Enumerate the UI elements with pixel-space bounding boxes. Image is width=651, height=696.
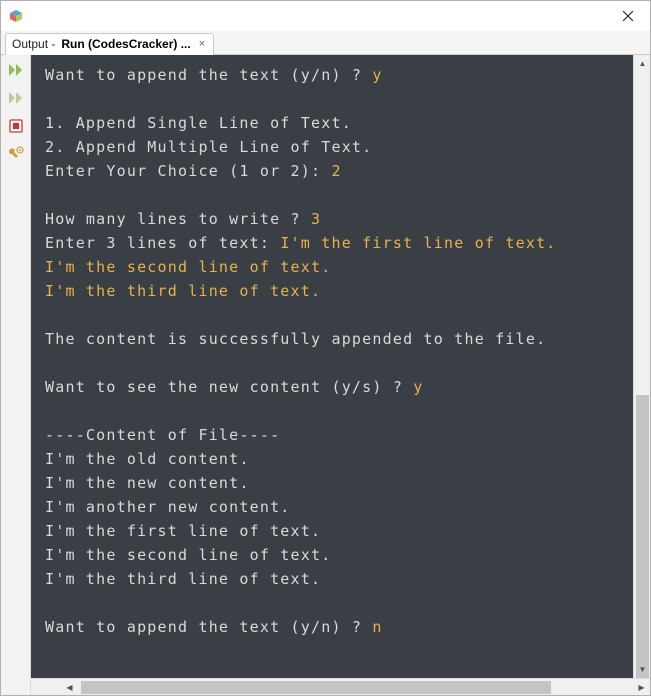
console-line: I'm the first line of text. [45, 519, 619, 543]
program-output-text: I'm another new content. [45, 498, 291, 516]
program-output-text: The content is successfully appended to … [45, 330, 546, 348]
app-window: Output - Run (CodesCracker) ... × [0, 0, 651, 696]
user-input-text: I'm the third line of text. [45, 282, 321, 300]
user-input-text: 3 [311, 210, 321, 228]
titlebar [1, 1, 650, 31]
toolbar-gutter [1, 55, 31, 695]
double-play-muted-icon [8, 90, 24, 106]
program-output-text: I'm the third line of text. [45, 570, 321, 588]
vertical-scroll-thumb[interactable] [636, 395, 649, 695]
scroll-right-arrow-icon[interactable]: ▶ [633, 679, 650, 696]
program-output-text: I'm the second line of text. [45, 546, 331, 564]
tab-bar: Output - Run (CodesCracker) ... × [1, 31, 650, 55]
program-output-text: I'm the new content. [45, 474, 250, 492]
program-output-text: Want to append the text (y/n) ? [45, 618, 372, 636]
window-close-button[interactable] [606, 1, 650, 31]
user-input-text: 2 [331, 162, 341, 180]
program-output-text: Want to see the new content (y/s) ? [45, 378, 413, 396]
console-line [45, 87, 619, 111]
console-line: I'm the new content. [45, 471, 619, 495]
program-output-text: 1. Append Single Line of Text. [45, 114, 352, 132]
console-line: ----Content of File---- [45, 423, 619, 447]
body: Want to append the text (y/n) ? y 1. App… [1, 55, 650, 695]
settings-button[interactable] [5, 143, 27, 165]
tab-label-main: Run (CodesCracker) ... [61, 37, 190, 51]
scroll-up-arrow-icon[interactable]: ▲ [634, 55, 651, 72]
console-line: Want to append the text (y/n) ? n [45, 615, 619, 639]
app-logo-icon [9, 9, 23, 23]
close-icon [623, 11, 633, 21]
console-line [45, 591, 619, 615]
rerun-button[interactable] [5, 59, 27, 81]
user-input-text: I'm the second line of text. [45, 258, 331, 276]
console-line: I'm another new content. [45, 495, 619, 519]
program-output-text: I'm the first line of text. [45, 522, 321, 540]
console-line: I'm the old content. [45, 447, 619, 471]
stop-icon [9, 119, 23, 133]
console-line: I'm the third line of text. [45, 567, 619, 591]
user-input-text: I'm the first line of text. [280, 234, 556, 252]
console-line [45, 399, 619, 423]
wrench-gear-icon [8, 146, 24, 162]
console-line: Enter Your Choice (1 or 2): 2 [45, 159, 619, 183]
tab-output-run[interactable]: Output - Run (CodesCracker) ... × [5, 33, 214, 55]
tab-close-button[interactable]: × [197, 38, 207, 50]
user-input-text: y [413, 378, 423, 396]
console-line: Want to append the text (y/n) ? y [45, 63, 619, 87]
console-line [45, 351, 619, 375]
console-line: 1. Append Single Line of Text. [45, 111, 619, 135]
stop-button[interactable] [5, 115, 27, 137]
console-line: How many lines to write ? 3 [45, 207, 619, 231]
step-button[interactable] [5, 87, 27, 109]
console-line: Want to see the new content (y/s) ? y [45, 375, 619, 399]
program-output-text: ----Content of File---- [45, 426, 280, 444]
console-output[interactable]: Want to append the text (y/n) ? y 1. App… [31, 55, 633, 678]
program-output-text: Want to append the text (y/n) ? [45, 66, 372, 84]
console-line: I'm the second line of text. [45, 255, 619, 279]
scroll-down-arrow-icon[interactable]: ▼ [634, 661, 651, 678]
console-line: The content is successfully appended to … [45, 327, 619, 351]
user-input-text: n [372, 618, 382, 636]
program-output-text: 2. Append Multiple Line of Text. [45, 138, 372, 156]
console-line [45, 303, 619, 327]
console-line: Enter 3 lines of text: I'm the first lin… [45, 231, 619, 255]
program-output-text: How many lines to write ? [45, 210, 311, 228]
double-play-icon [8, 62, 24, 78]
output-panel: Want to append the text (y/n) ? y 1. App… [31, 55, 650, 695]
program-output-text: I'm the old content. [45, 450, 250, 468]
program-output-text: Enter Your Choice (1 or 2): [45, 162, 331, 180]
console-line: 2. Append Multiple Line of Text. [45, 135, 619, 159]
console-line: I'm the third line of text. [45, 279, 619, 303]
console-line: I'm the second line of text. [45, 543, 619, 567]
horizontal-scroll-thumb[interactable] [81, 681, 551, 694]
horizontal-scrollbar[interactable]: ◀ ▶ [31, 678, 650, 695]
scroll-left-arrow-icon[interactable]: ◀ [61, 679, 78, 696]
program-output-text: Enter 3 lines of text: [45, 234, 280, 252]
vertical-scrollbar[interactable]: ▲ ▼ [633, 55, 650, 678]
console-line [45, 183, 619, 207]
tab-label-prefix: Output - [12, 37, 55, 51]
user-input-text: y [372, 66, 382, 84]
